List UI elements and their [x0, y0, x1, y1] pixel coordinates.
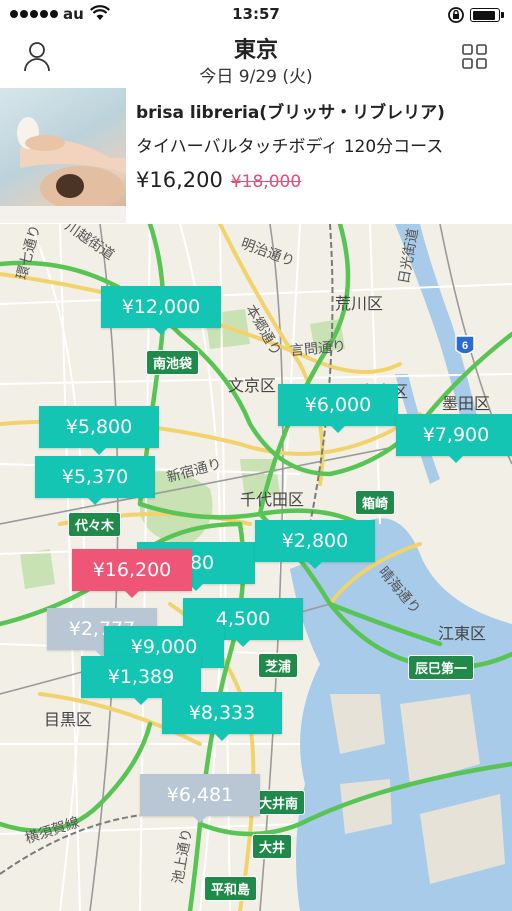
- battery-icon: [470, 8, 504, 22]
- price-pin-selected[interactable]: ¥16,200: [72, 549, 192, 598]
- price-pin[interactable]: ¥6,000: [278, 384, 398, 433]
- station-heiwajima[interactable]: 平和島: [204, 876, 258, 901]
- date-selector[interactable]: 今日 9/29 (火): [0, 62, 512, 87]
- station-shibaura[interactable]: 芝浦: [258, 653, 299, 678]
- course-name: タイハーバルタッチボディ 120分コース: [136, 137, 444, 157]
- station-tatsumi[interactable]: 辰巳第一: [408, 655, 475, 680]
- signal-strength-icon: [10, 10, 58, 18]
- grid-icon: [462, 44, 487, 69]
- featured-listing-card[interactable]: brisa libreria(ブリッサ・リブレリア) タイハーバルタッチボディ …: [0, 86, 512, 224]
- current-price: ¥16,200: [136, 168, 223, 192]
- area-label-sumida: 墨田区: [442, 394, 491, 413]
- route-6-badge: 6: [455, 335, 475, 355]
- grid-view-button[interactable]: [462, 44, 488, 70]
- price-pin[interactable]: ¥2,800: [255, 520, 375, 569]
- price-pin[interactable]: ¥6,481: [140, 774, 260, 823]
- area-label-koto: 江東区: [438, 624, 487, 643]
- original-price: ¥18,000: [230, 172, 302, 192]
- price-pin[interactable]: ¥5,370: [35, 456, 155, 505]
- rotation-lock-icon: [447, 6, 465, 28]
- station-yoyogi[interactable]: 代々木: [68, 512, 122, 537]
- carrier-name: au: [63, 5, 84, 23]
- wifi-icon: [90, 5, 110, 25]
- station-minami-ikebukuro[interactable]: 南池袋: [146, 350, 200, 375]
- station-hakozaki[interactable]: 箱崎: [355, 490, 396, 515]
- page-title: 東京: [233, 38, 278, 63]
- status-bar: au 13:57: [0, 0, 512, 28]
- area-label-bunkyo: 文京区: [228, 376, 277, 395]
- area-label-arakawa: 荒川区: [335, 294, 384, 313]
- nav-header: 東京 今日 9/29 (火): [0, 28, 512, 87]
- station-oi[interactable]: 大井: [252, 834, 293, 859]
- price-row: ¥16,200 ¥18,000: [136, 168, 301, 192]
- price-pin[interactable]: ¥7,900: [396, 414, 512, 463]
- price-pin[interactable]: ¥12,000: [101, 286, 221, 335]
- map-view[interactable]: 6 荒川区 文京区 墨田区 千代田区 江東区 目黒区 台東区 川越街道 明治通り…: [0, 224, 512, 911]
- area-label-meguro: 目黒区: [44, 710, 93, 729]
- area-label-chiyoda: 千代田区: [240, 490, 305, 509]
- price-pin[interactable]: ¥5,800: [39, 406, 159, 455]
- listing-thumbnail: [0, 88, 126, 223]
- route-number: 6: [462, 340, 468, 352]
- shop-name: brisa libreria(ブリッサ・リブレリア): [136, 103, 445, 123]
- price-pin[interactable]: ¥8,333: [162, 692, 282, 741]
